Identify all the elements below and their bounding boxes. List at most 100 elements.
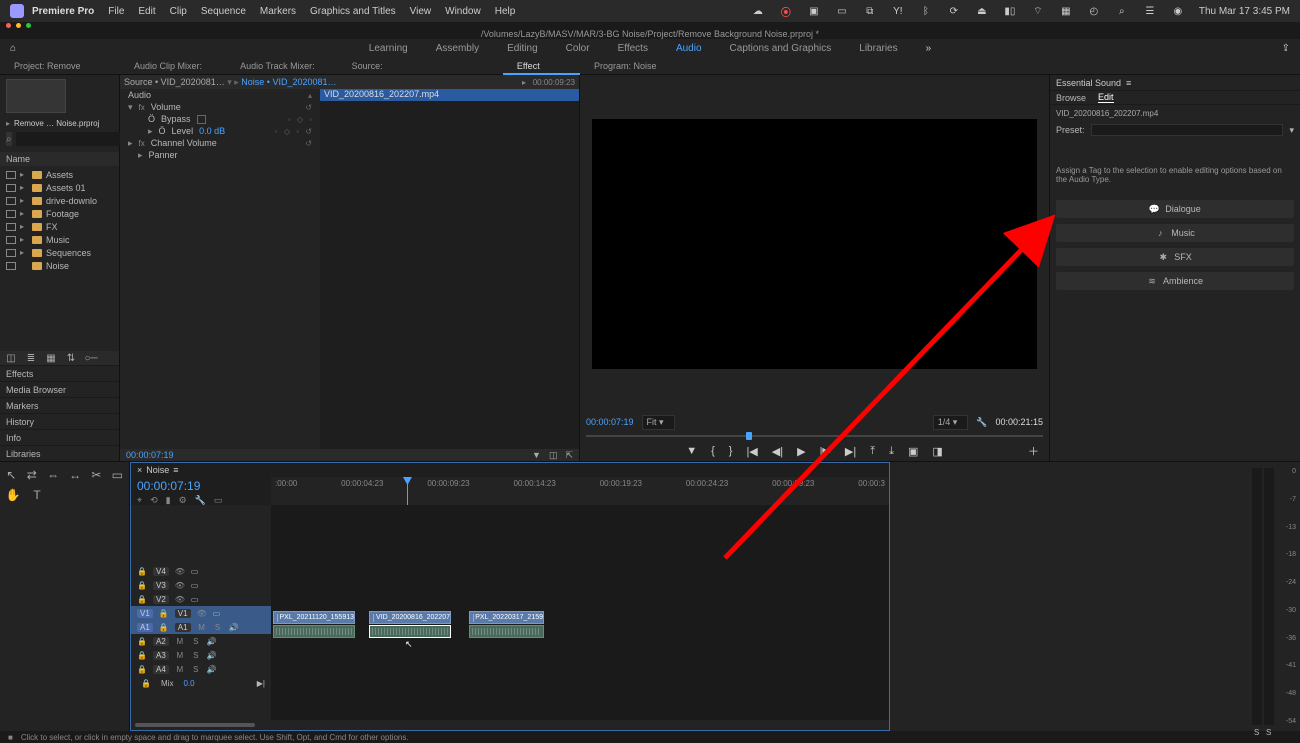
eject-icon[interactable]: ⏏ (975, 4, 989, 18)
ec-bypass-row[interactable]: ÖBypass◦ ◇ ◦ (120, 113, 320, 125)
ws-editing[interactable]: Editing (507, 43, 538, 54)
zoom-slider-icon[interactable]: ○─ (86, 353, 96, 363)
bin-assets[interactable]: ▸Assets (0, 168, 119, 181)
chevron-down-icon[interactable]: ▾ (1289, 125, 1294, 136)
project-preview-thumb[interactable] (6, 79, 66, 113)
bin-music[interactable]: ▸Music (0, 233, 119, 246)
icon-view-icon[interactable]: ▦ (46, 353, 56, 363)
step-back-button[interactable]: ◀| (772, 445, 783, 458)
ec-audio-row[interactable]: Audio▴ (120, 89, 320, 101)
clip-v1-vid[interactable]: VID_20200816_202207 (369, 611, 451, 624)
ec-volume-row[interactable]: ▾fxVolume↺ (120, 101, 320, 113)
panel-history[interactable]: History (0, 413, 119, 429)
rolling-edit-tool[interactable]: ↔ (69, 468, 81, 482)
ec-export-icon[interactable]: ⇱ (565, 450, 573, 461)
tab-source[interactable]: Source: PXL_20211120_155913755.mp4 (338, 57, 503, 75)
ec-source-label[interactable]: Source • VID_2020081… (124, 77, 225, 87)
timeline-zoom-scroll[interactable] (131, 720, 889, 730)
ws-captions[interactable]: Captions and Graphics (730, 43, 832, 54)
search-icon[interactable]: ⌕ (1115, 4, 1129, 18)
go-to-in-button[interactable]: |◀ (746, 445, 757, 458)
panel-info[interactable]: Info (0, 429, 119, 445)
ws-audio[interactable]: Audio (676, 43, 702, 54)
ws-libraries[interactable]: Libraries (859, 43, 897, 54)
timemachine-icon[interactable]: ◴ (1087, 4, 1101, 18)
panel-markers[interactable]: Markers (0, 397, 119, 413)
cloud-icon[interactable]: ☁ (751, 4, 765, 18)
timeline-ruler[interactable]: :00:0000:00:04:2300:00:09:2300:00:14:230… (271, 477, 889, 505)
sort-icon[interactable]: ⇅ (66, 353, 76, 363)
menu-view[interactable]: View (410, 6, 432, 17)
lift-button[interactable]: ⤒ (870, 445, 875, 458)
level-value[interactable]: 0.0 dB (199, 126, 225, 136)
project-name-header[interactable]: Name (0, 152, 119, 166)
ws-more-button[interactable]: » (926, 43, 932, 54)
menu-sequence[interactable]: Sequence (201, 6, 246, 17)
go-to-out-button[interactable]: ▶| (845, 445, 856, 458)
bin-footage[interactable]: ▸Footage (0, 207, 119, 220)
bin-sequences[interactable]: ▸Sequences (0, 246, 119, 259)
bin-noise[interactable]: Noise (0, 259, 119, 272)
menu-graphics[interactable]: Graphics and Titles (310, 6, 396, 17)
close-window-button[interactable] (6, 23, 11, 28)
tab-effect-controls[interactable]: Effect Controls (503, 57, 580, 75)
freeform-view-icon[interactable]: ◫ (6, 353, 16, 363)
program-fit-select[interactable]: Fit ▾ (642, 415, 675, 430)
search-icon[interactable]: ⌕ (6, 132, 12, 146)
tab-program[interactable]: Program: Noise (580, 57, 671, 75)
wrench-icon[interactable]: 🔧 (976, 417, 987, 428)
ec-timecode[interactable]: 00:00:07:19 (126, 450, 174, 460)
clip-a1-pxl1[interactable] (273, 625, 355, 638)
es-tab-browse[interactable]: Browse (1056, 93, 1086, 103)
play-button[interactable]: ▶ (797, 445, 805, 458)
bypass-checkbox[interactable] (197, 115, 206, 124)
status-stop-icon[interactable]: ■ (8, 733, 13, 742)
ripple-edit-tool[interactable]: ⇔ (47, 468, 59, 482)
menu-help[interactable]: Help (495, 6, 516, 17)
menu-clip[interactable]: Clip (170, 6, 187, 17)
program-scrubber[interactable] (580, 431, 1049, 441)
ec-filter-icon[interactable]: ▼ (532, 450, 541, 461)
ws-assembly[interactable]: Assembly (436, 43, 479, 54)
razor-tool[interactable]: ✂ (91, 468, 102, 482)
sequence-name[interactable]: Noise (146, 465, 169, 475)
track-select-tool[interactable]: ⇄ (27, 468, 38, 482)
display-icon[interactable]: ▭ (835, 4, 849, 18)
clip-a1-vid-selected[interactable] (369, 625, 451, 638)
export-frame-button[interactable]: ▣ (908, 445, 918, 458)
track-a4[interactable]: 🔒A4MS🔊 (131, 662, 271, 676)
clip-v1-pxl1[interactable]: PXL_20211120_155913 (273, 611, 355, 624)
track-a3[interactable]: 🔒A3MS🔊 (131, 648, 271, 662)
track-v4[interactable]: 🔒V4👁▭ (131, 564, 271, 578)
selection-tool[interactable]: ↖ (6, 468, 17, 482)
es-type-ambience[interactable]: ≋Ambience (1056, 272, 1294, 290)
tab-project[interactable]: Project: Remove Backgroun (0, 57, 120, 75)
track-v1[interactable]: V1🔒V1👁▭ (131, 606, 271, 620)
button-editor-button[interactable]: ＋ (1028, 443, 1039, 459)
export-button[interactable]: ⇪ (1282, 43, 1290, 54)
type-tool[interactable]: T (30, 488, 44, 502)
screen-icon[interactable]: ⧉ (863, 4, 877, 18)
camera-icon[interactable]: ▣ (807, 4, 821, 18)
tab-audio-track-mixer[interactable]: Audio Track Mixer: Noise (226, 57, 338, 75)
menubar-clock[interactable]: Thu Mar 17 3:45 PM (1199, 6, 1290, 17)
siri-icon[interactable]: ◉ (1171, 4, 1185, 18)
track-v2[interactable]: 🔒V2👁▭ (131, 592, 271, 606)
sync-icon[interactable]: ⟳ (947, 4, 961, 18)
ec-level-row[interactable]: ▸ÖLevel0.0 dB◦ ◇ ◦ ↺ (120, 125, 320, 137)
ec-clip-label[interactable]: Noise • VID_2020081… (241, 77, 336, 87)
list-view-icon[interactable]: ≣ (26, 353, 36, 363)
es-type-sfx[interactable]: ✱SFX (1056, 248, 1294, 266)
step-forward-button[interactable]: |▶ (820, 445, 831, 458)
ec-channel-volume-row[interactable]: ▸fxChannel Volume↺ (120, 137, 320, 149)
bluetooth-icon[interactable]: ᛒ (919, 4, 933, 18)
panel-media-browser[interactable]: Media Browser (0, 381, 119, 397)
menu-file[interactable]: File (108, 6, 124, 17)
audio-meters[interactable]: S S 0-7-13-18-24-30-36-41-48-54 (890, 462, 1300, 731)
battery-icon[interactable]: ▮▯ (1003, 4, 1017, 18)
ec-split-icon[interactable]: ◫ (549, 450, 558, 461)
add-marker-button[interactable]: ▼ (686, 445, 697, 457)
control-center-icon[interactable]: ☰ (1143, 4, 1157, 18)
ws-color[interactable]: Color (566, 43, 590, 54)
ws-effects[interactable]: Effects (618, 43, 648, 54)
